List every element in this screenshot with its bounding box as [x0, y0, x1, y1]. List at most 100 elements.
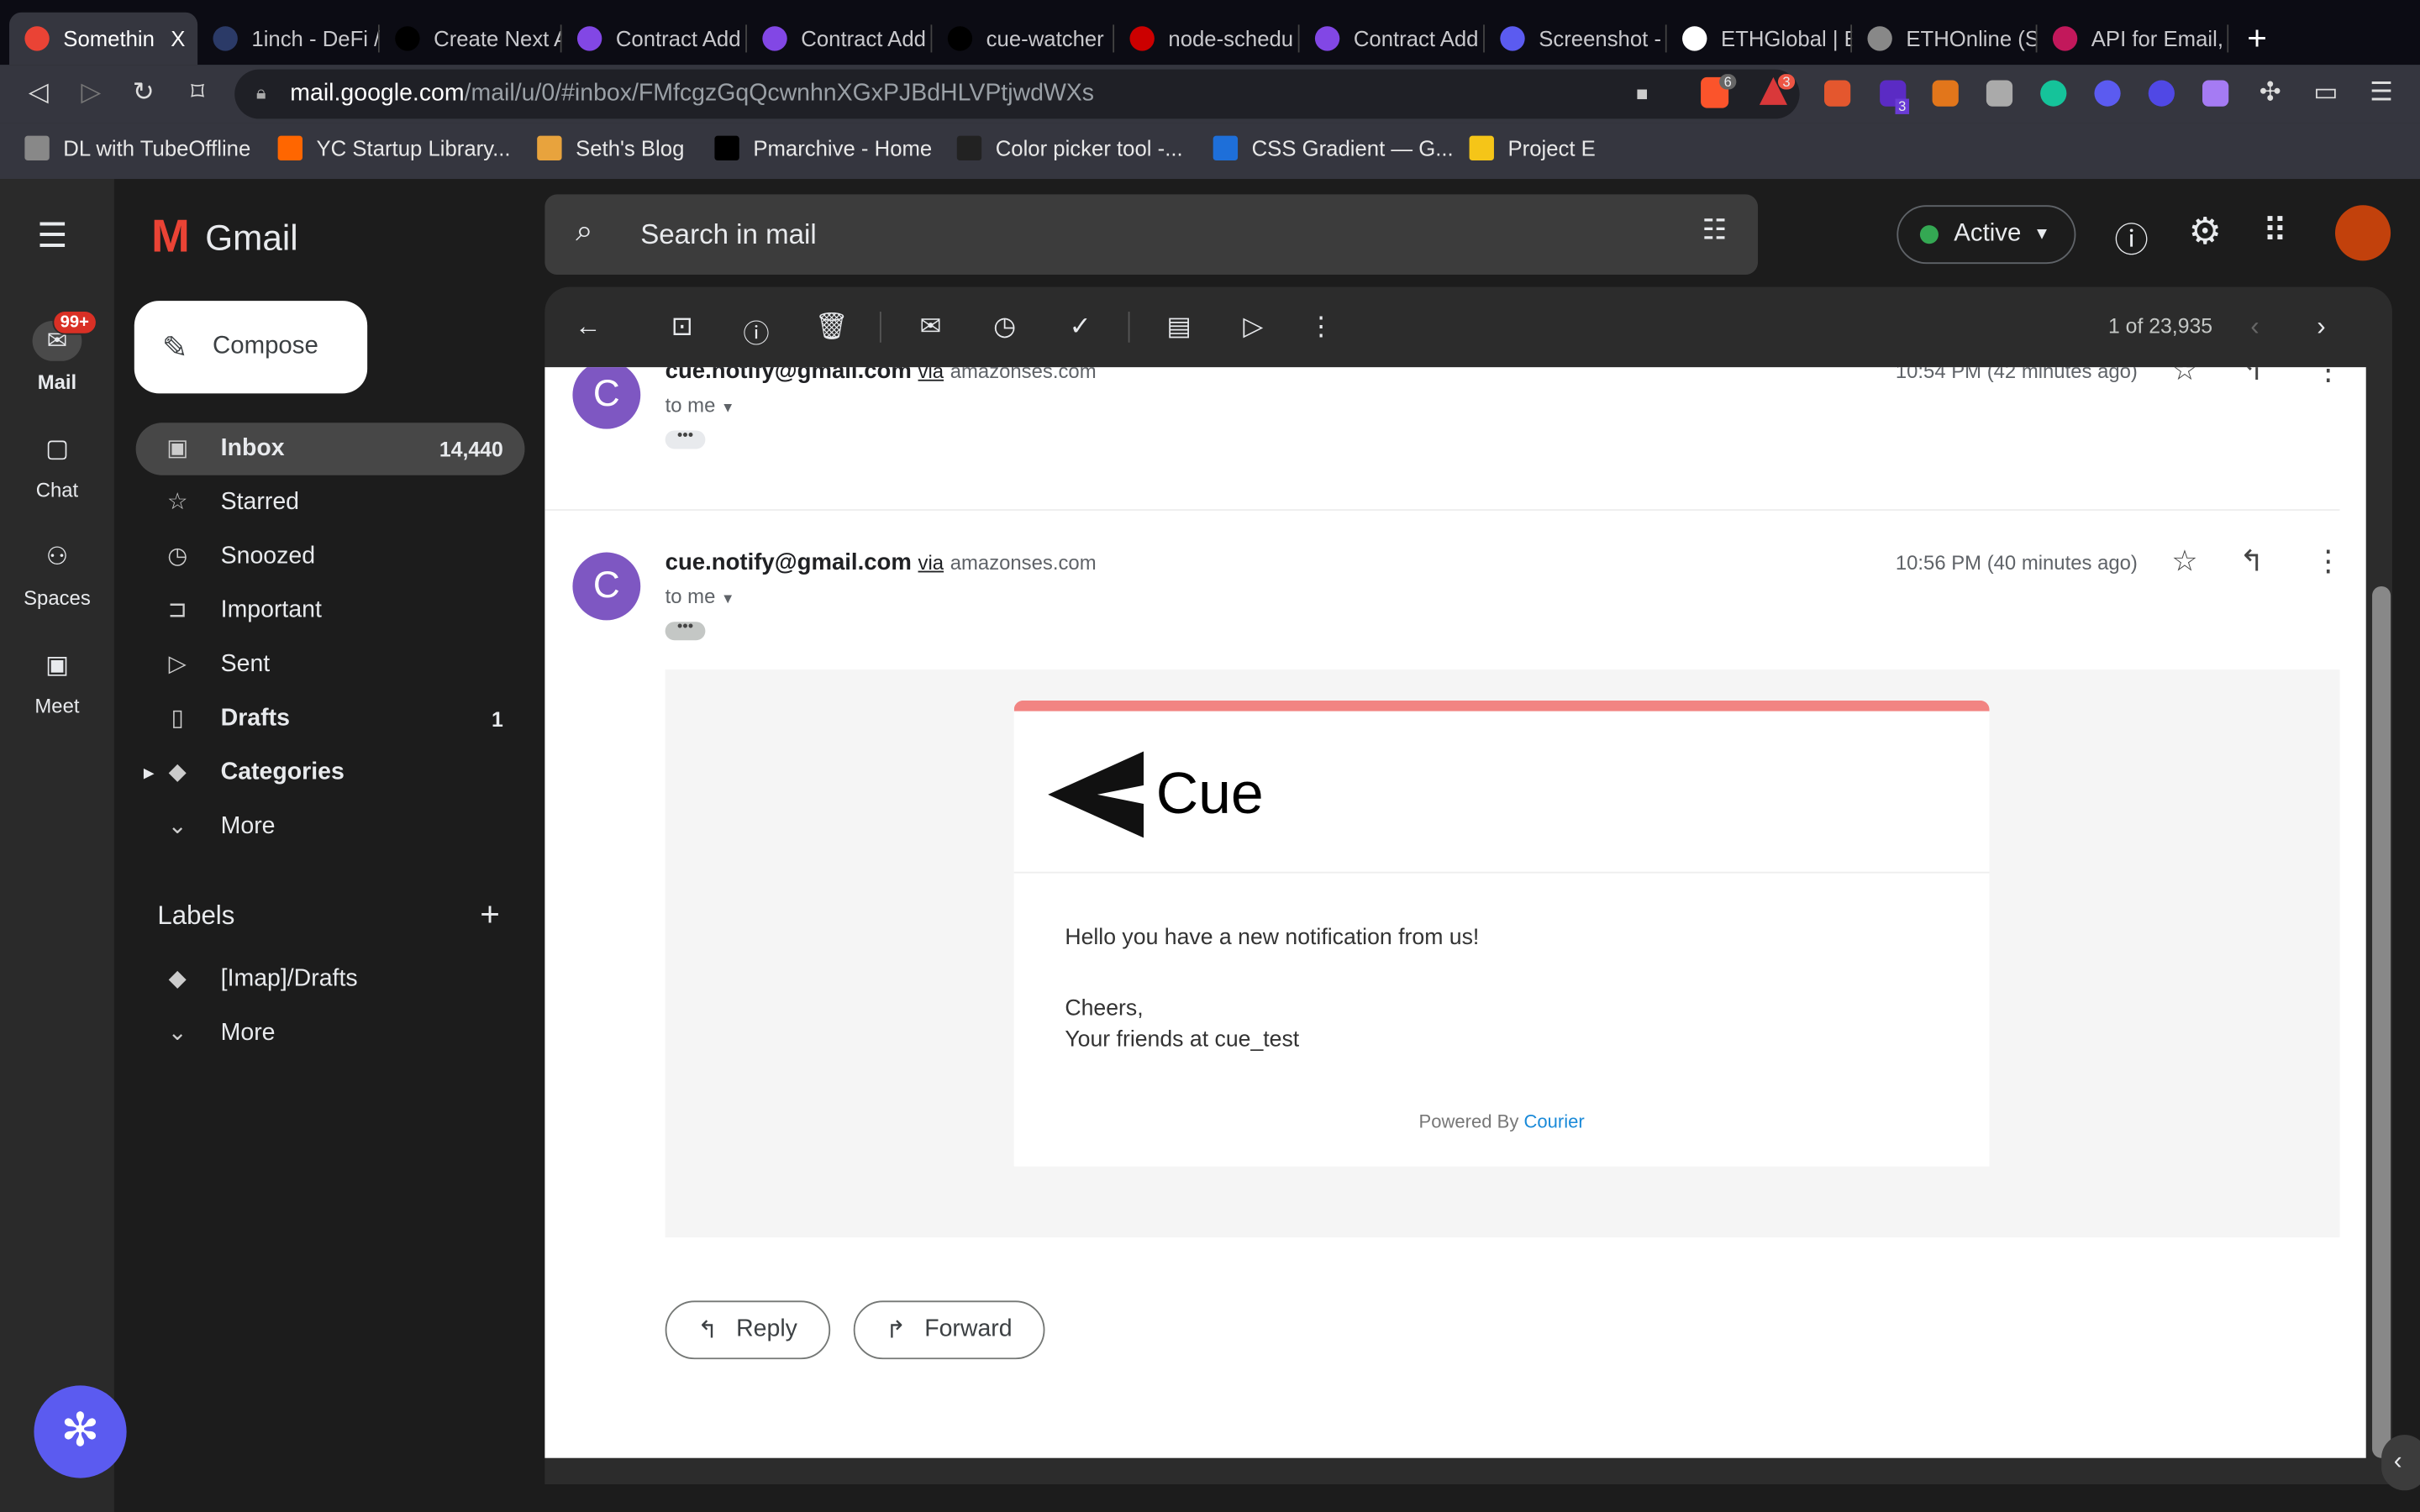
delete-icon[interactable]: 🗑︎ [815, 312, 849, 343]
forward-button[interactable]: ↱ Forward [853, 1300, 1045, 1360]
newer-chevron-icon[interactable]: ‹ [2239, 312, 2270, 343]
label-icon[interactable]: ▷ [1238, 312, 1269, 343]
reply-icon[interactable]: ↰ [2239, 367, 2264, 389]
tab[interactable]: Contract Add [562, 13, 747, 65]
folder-count: 14,440 [439, 437, 503, 461]
tab[interactable]: node-schedu [1114, 13, 1300, 65]
main-menu-icon[interactable]: ☰ [37, 216, 67, 256]
star-icon: ☆ [166, 489, 188, 516]
star-icon[interactable]: ☆ [2171, 367, 2197, 389]
forward-icon[interactable]: ▷ [74, 77, 108, 108]
tab[interactable]: Create Next A [380, 13, 562, 65]
tab-title: cue-watcher [986, 26, 1104, 51]
sidebar-item-drafts[interactable]: ▯ Drafts 1 [136, 693, 525, 745]
move-to-icon[interactable]: ▤ [1164, 312, 1195, 343]
bookmark[interactable]: Seth's Blog [537, 135, 684, 161]
compose-button[interactable]: ✎ Compose [134, 301, 368, 394]
tab[interactable]: Screenshot - [1485, 13, 1667, 65]
sidebar-item-inbox[interactable]: ▣ Inbox 14,440 [135, 423, 525, 475]
status-button[interactable]: Active ▼ [1897, 205, 2076, 265]
more-vert-icon[interactable]: ⋮ [2313, 544, 2343, 580]
sidebar-item-important[interactable]: ⊐ Important [136, 585, 525, 637]
help-icon[interactable]: ⓘ [2114, 213, 2148, 262]
rail-meet[interactable]: ▣ Meet [0, 645, 114, 717]
powered-by: Powered By Courier [1014, 1110, 1990, 1132]
expand-arrow-icon[interactable]: ▶ [144, 764, 155, 781]
tab[interactable]: ETHOnline (S [1852, 13, 2038, 65]
sidebar-item-sent[interactable]: ▷ Sent [136, 638, 525, 690]
extension-icon[interactable] [1824, 80, 1851, 107]
assistant-launcher-icon[interactable]: ✻ [34, 1385, 127, 1478]
tab[interactable]: Contract Add [747, 13, 933, 65]
recipient-toggle[interactable]: to me ▼ [666, 585, 735, 608]
tab-title: Contract Add [801, 26, 926, 51]
extension-icon[interactable] [2094, 80, 2121, 107]
extensions-puzzle-icon[interactable]: ✣ [2254, 77, 2287, 108]
label-imap-drafts[interactable]: ◆ [Imap]/Drafts [136, 953, 525, 1005]
new-tab-button[interactable]: + [2247, 18, 2267, 59]
tab[interactable]: Somethin X [9, 12, 198, 66]
show-trimmed-button[interactable]: ••• [665, 619, 706, 641]
metamask-icon[interactable] [1932, 80, 1959, 107]
grammarly-icon[interactable] [2040, 80, 2067, 107]
bookmark[interactable]: CSS Gradient — G... [1213, 135, 1454, 161]
back-to-inbox-icon[interactable]: ← [572, 312, 603, 343]
scrollbar[interactable] [2372, 585, 2391, 1458]
close-tab-icon[interactable]: X [171, 26, 185, 50]
recipient-toggle[interactable]: to me ▼ [666, 393, 735, 417]
reply-icon[interactable]: ↰ [2239, 544, 2264, 580]
tab[interactable]: cue-watcher [932, 13, 1115, 65]
address-bar[interactable]: 🔒︎ mail.google.com/mail/u/0/#inbox/FMfcg… [234, 69, 1800, 119]
via-link[interactable]: via [918, 551, 944, 575]
bookmark-icon[interactable]: ⌑ [181, 77, 214, 108]
tab[interactable]: API for Email, [2037, 13, 2229, 65]
reload-icon[interactable]: ↻ [127, 77, 160, 108]
show-trimmed-button[interactable]: ••• [665, 428, 706, 449]
more-vert-icon[interactable]: ⋮ [1306, 312, 1337, 343]
rail-spaces[interactable]: ⚇ Spaces [0, 537, 114, 609]
bookmark[interactable]: DL with TubeOffline [24, 135, 250, 161]
menu-icon[interactable]: ☰ [2365, 77, 2398, 108]
bookmark[interactable]: YC Startup Library... [277, 135, 511, 161]
search-input[interactable]: ⌕ Search in mail ☷ [544, 194, 1759, 275]
report-spam-icon[interactable]: ⓘ [741, 312, 772, 350]
extension-icon[interactable] [2148, 80, 2175, 107]
sidebar-item-more[interactable]: ⌄ More [136, 801, 525, 853]
sidebar-item-categories[interactable]: ▶ ◆ Categories [136, 747, 525, 799]
add-task-icon[interactable]: ✓ [1065, 312, 1096, 343]
camera-icon[interactable]: ■ [1636, 81, 1648, 105]
sidebar-item-snoozed[interactable]: ◷ Snoozed [136, 531, 525, 583]
rail-chat[interactable]: ▢ Chat [0, 429, 114, 501]
wallet-icon[interactable]: ▭ [2309, 77, 2343, 108]
bookmark[interactable]: Color picker tool -... [956, 135, 1183, 161]
archive-icon[interactable]: ⊡ [666, 312, 697, 343]
bookmark-label: Project E [1507, 135, 1596, 161]
star-icon[interactable]: ☆ [2171, 544, 2197, 580]
tab[interactable]: ETHGlobal | E [1667, 13, 1853, 65]
via-link[interactable]: via [918, 367, 944, 382]
apps-grid-icon[interactable]: ⠿ [2263, 212, 2288, 252]
settings-gear-icon[interactable]: ⚙ [2188, 210, 2222, 255]
extension-icon[interactable] [1986, 80, 2013, 107]
more-vert-icon[interactable]: ⋮ [2313, 367, 2343, 389]
search-options-icon[interactable]: ☷ [1702, 214, 1728, 247]
bookmark[interactable]: Pmarchive - Home [714, 135, 932, 161]
side-panel-toggle-icon[interactable]: ‹ [2381, 1435, 2420, 1491]
sidebar-item-starred[interactable]: ☆ Starred [136, 477, 525, 529]
avatar[interactable] [2334, 205, 2391, 261]
extension-icon[interactable] [2202, 80, 2229, 107]
rail-mail[interactable]: ✉ Mail 99+ [0, 310, 114, 393]
back-icon[interactable]: ◁ [22, 77, 55, 108]
reply-button[interactable]: ↰ Reply [665, 1300, 830, 1360]
labels-more[interactable]: ⌄ More [136, 1007, 525, 1059]
courier-link[interactable]: Courier [1523, 1110, 1584, 1132]
tab[interactable]: 1inch - DeFi / [197, 13, 380, 65]
draft-icon: ▯ [171, 705, 184, 732]
add-label-icon[interactable]: + [480, 895, 500, 935]
snooze-icon[interactable]: ◷ [989, 312, 1020, 343]
tab[interactable]: Contract Add [1300, 13, 1485, 65]
gmail-logo[interactable]: M Gmail [151, 212, 298, 264]
bookmark[interactable]: Project E [1469, 135, 1596, 161]
older-chevron-icon[interactable]: › [2306, 312, 2337, 343]
mark-unread-icon[interactable]: ✉ [915, 312, 946, 343]
